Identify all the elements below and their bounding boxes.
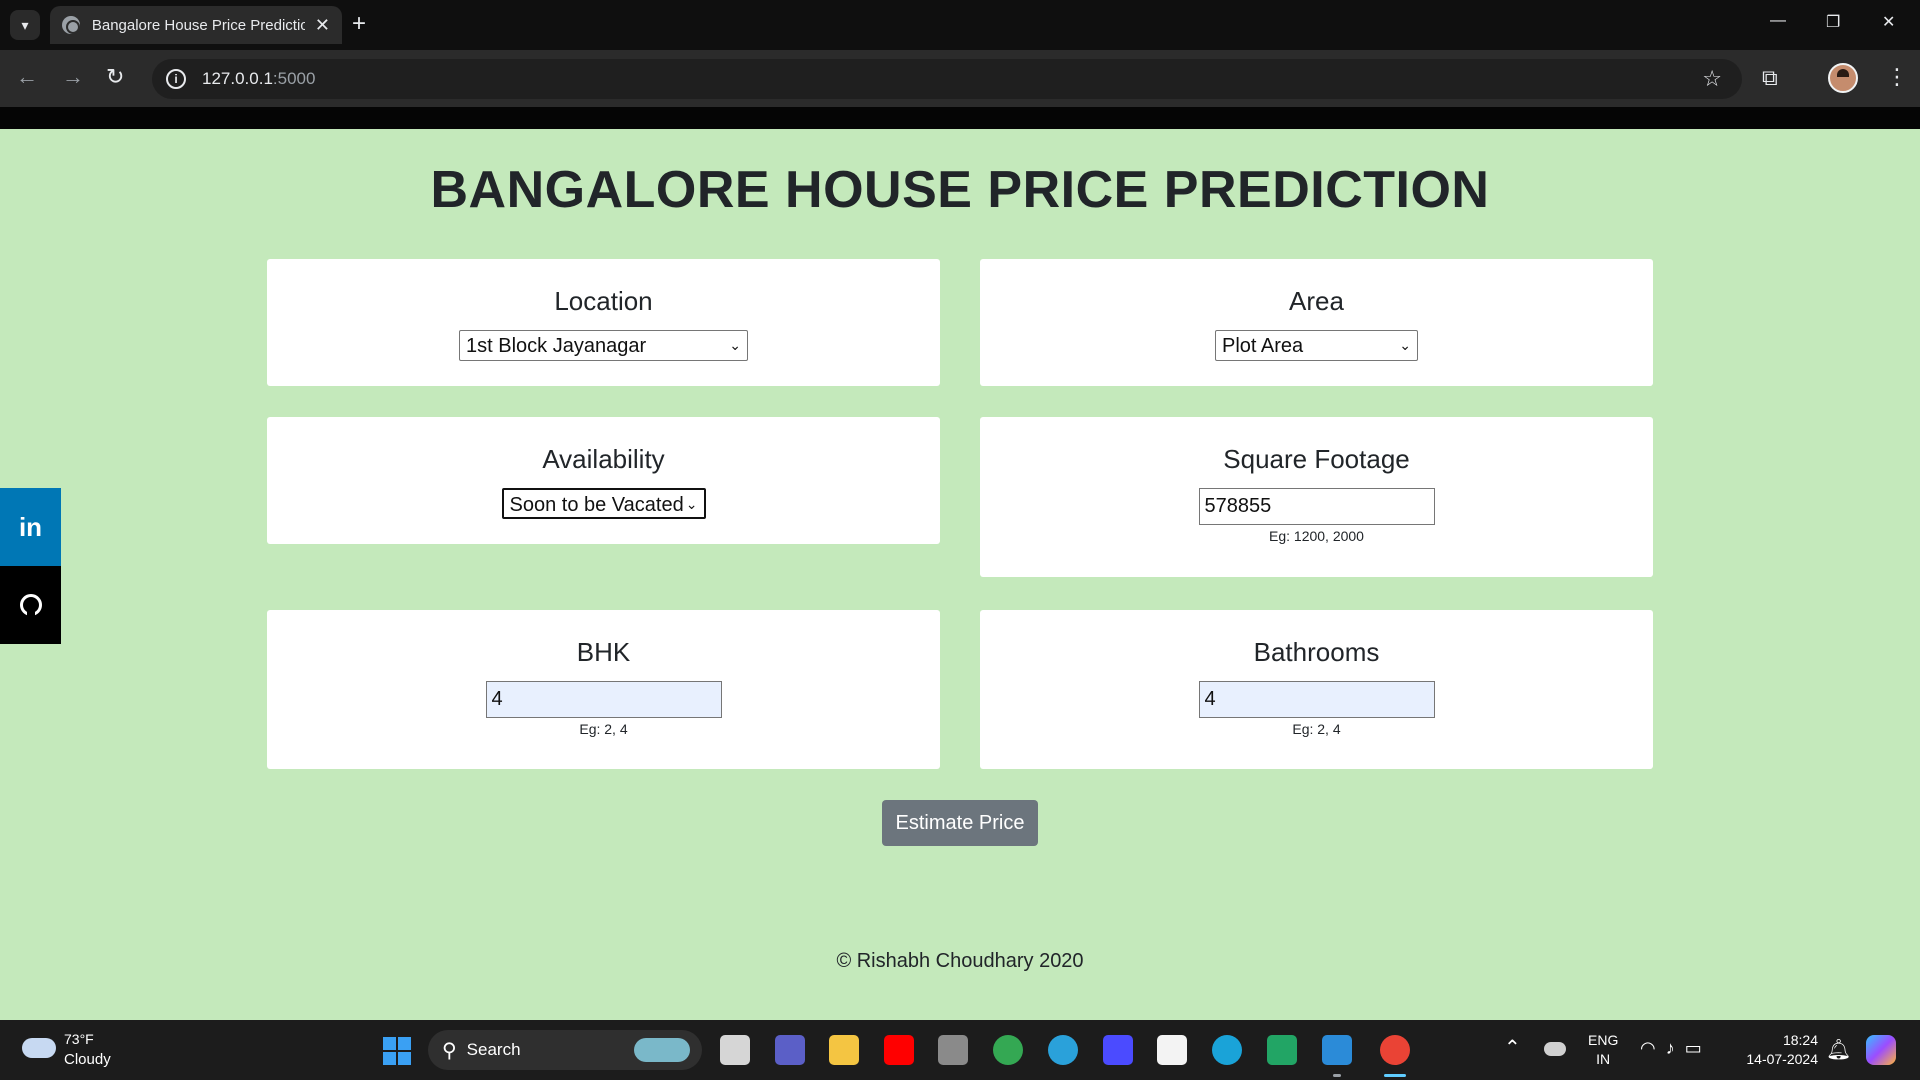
tab-title: Bangalore House Price Prediction: [91, 16, 305, 34]
new-tab-plus-icon[interactable]: +: [352, 12, 366, 36]
sqft-input[interactable]: [1198, 488, 1435, 525]
copilot-icon[interactable]: [1866, 1035, 1896, 1065]
availability-label: Availability: [542, 444, 665, 474]
chrome-active-indicator: [1384, 1074, 1406, 1077]
region-code: IN: [1596, 1051, 1611, 1067]
bhk-hint: Eg: 2, 4: [579, 721, 628, 737]
sqft-label: Square Footage: [1223, 444, 1410, 474]
youtube-icon[interactable]: [884, 1035, 914, 1065]
browser-toolbar: ← → ↻ i 127.0.0.1:5000 ☆ ⧉ ⋮: [0, 50, 1920, 107]
bhk-card: BHK Eg: 2, 4: [267, 610, 940, 769]
windows-taskbar: 73°F Cloudy ⚲ Search ⌃ ENG IN ◠♪▭ 18:24 …: [0, 1020, 1920, 1080]
url-host: 127.0.0.1: [202, 69, 273, 88]
page-title: BANGALORE HOUSE PRICE PREDICTION: [430, 161, 1490, 219]
weather-temperature[interactable]: 73°F: [64, 1031, 94, 1047]
location-label: Location: [554, 286, 653, 316]
address-bar[interactable]: i 127.0.0.1:5000 ☆: [152, 59, 1742, 99]
area-select[interactable]: Plot Area ⌄: [1215, 330, 1418, 361]
notification-bell-icon[interactable]: 🔔︎: [1826, 1037, 1851, 1062]
edge-icon[interactable]: [1212, 1035, 1242, 1065]
taskbar-search[interactable]: ⚲ Search: [428, 1030, 702, 1070]
page-content: BANGALORE HOUSE PRICE PREDICTION Locatio…: [0, 129, 1920, 1020]
clock-time: 18:24: [1782, 1032, 1818, 1048]
weather-description[interactable]: Cloudy: [64, 1051, 111, 1068]
sqft-card: Square Footage Eg: 1200, 2000: [980, 417, 1653, 577]
chevron-down-icon: ⌄: [1399, 337, 1411, 353]
globe-icon: [62, 16, 80, 34]
taskbar-search-label: Search: [466, 1040, 521, 1059]
browser-tab[interactable]: Bangalore House Price Prediction ✕: [50, 6, 342, 44]
location-selected-value: 1st Block Jayanagar: [466, 335, 647, 357]
vscode-running-indicator: [1333, 1074, 1341, 1077]
site-info-icon[interactable]: i: [166, 69, 186, 89]
windows-start-icon[interactable]: [383, 1037, 411, 1065]
chrome-profile-icon[interactable]: [1380, 1035, 1410, 1065]
bhk-input[interactable]: [485, 681, 722, 718]
chevron-down-icon: ⌄: [685, 496, 698, 512]
location-card: Location 1st Block Jayanagar ⌄: [267, 259, 940, 386]
clock[interactable]: 18:24 14-07-2024: [1738, 1031, 1818, 1069]
window-close-icon[interactable]: ✕: [1882, 12, 1895, 32]
vscode-icon[interactable]: [1322, 1035, 1352, 1065]
page-top-strip: [0, 107, 1920, 129]
chevron-down-icon: ⌄: [729, 337, 741, 353]
sqft-hint: Eg: 1200, 2000: [1269, 528, 1364, 544]
availability-card: Availability Soon to be Vacated ⌄: [267, 417, 940, 544]
area-selected-value: Plot Area: [1222, 335, 1304, 357]
tab-close-icon[interactable]: ✕: [315, 15, 330, 36]
restore-icon[interactable]: ❐: [1826, 12, 1840, 32]
teams-icon[interactable]: [775, 1035, 805, 1065]
chrome-icon[interactable]: [993, 1035, 1023, 1065]
wifi-volume-battery-icons[interactable]: ◠♪▭: [1640, 1038, 1712, 1059]
area-label: Area: [1289, 286, 1344, 316]
weather-cloud-icon[interactable]: [22, 1038, 56, 1058]
location-select[interactable]: 1st Block Jayanagar ⌄: [459, 330, 748, 361]
estimate-price-button[interactable]: Estimate Price: [882, 800, 1038, 846]
microsoft-store-icon[interactable]: [1157, 1035, 1187, 1065]
back-arrow-icon[interactable]: ←: [16, 64, 38, 90]
file-explorer-icon[interactable]: [829, 1035, 859, 1065]
task-view-icon[interactable]: [720, 1035, 750, 1065]
clock-date: 14-07-2024: [1746, 1051, 1818, 1067]
tab-search-chevron-icon[interactable]: ▾: [10, 10, 40, 40]
input-language[interactable]: ENG IN: [1588, 1031, 1618, 1069]
footer-copyright: © Rishabh Choudhary 2020: [836, 950, 1084, 972]
url-port: :5000: [272, 69, 316, 88]
bathrooms-card: Bathrooms Eg: 2, 4: [980, 610, 1653, 769]
bathrooms-input[interactable]: [1198, 681, 1435, 718]
availability-select[interactable]: Soon to be Vacated ⌄: [501, 488, 706, 519]
tray-overflow-chevron-icon[interactable]: ⌃: [1504, 1035, 1521, 1060]
minimize-icon[interactable]: —: [1770, 12, 1786, 30]
bathrooms-hint: Eg: 2, 4: [1292, 721, 1341, 737]
profile-avatar[interactable]: [1828, 63, 1858, 93]
bathrooms-label: Bathrooms: [1253, 637, 1380, 667]
reload-icon[interactable]: ↻: [106, 64, 124, 90]
unity-hub-icon[interactable]: [938, 1035, 968, 1065]
ai-app-icon[interactable]: [1103, 1035, 1133, 1065]
extensions-puzzle-icon[interactable]: ⧉: [1762, 65, 1778, 91]
bookmark-star-icon[interactable]: ☆: [1702, 66, 1722, 92]
forward-arrow-icon[interactable]: →: [62, 64, 84, 90]
bhk-label: BHK: [576, 637, 631, 667]
browser-tab-bar: ▾ Bangalore House Price Prediction ✕ + —…: [0, 0, 1920, 50]
linkedin-icon[interactable]: in: [0, 488, 61, 566]
github-icon[interactable]: [0, 566, 61, 644]
telegram-icon[interactable]: [1048, 1035, 1078, 1065]
search-highlight-image: [634, 1038, 690, 1062]
sheets-app-icon[interactable]: [1267, 1035, 1297, 1065]
onedrive-icon[interactable]: [1544, 1042, 1566, 1056]
area-card: Area Plot Area ⌄: [980, 259, 1653, 386]
availability-selected-value: Soon to be Vacated: [509, 494, 684, 516]
language-code: ENG: [1588, 1032, 1619, 1048]
browser-menu-kebab-icon[interactable]: ⋮: [1886, 64, 1908, 90]
search-icon: ⚲: [442, 1039, 457, 1062]
